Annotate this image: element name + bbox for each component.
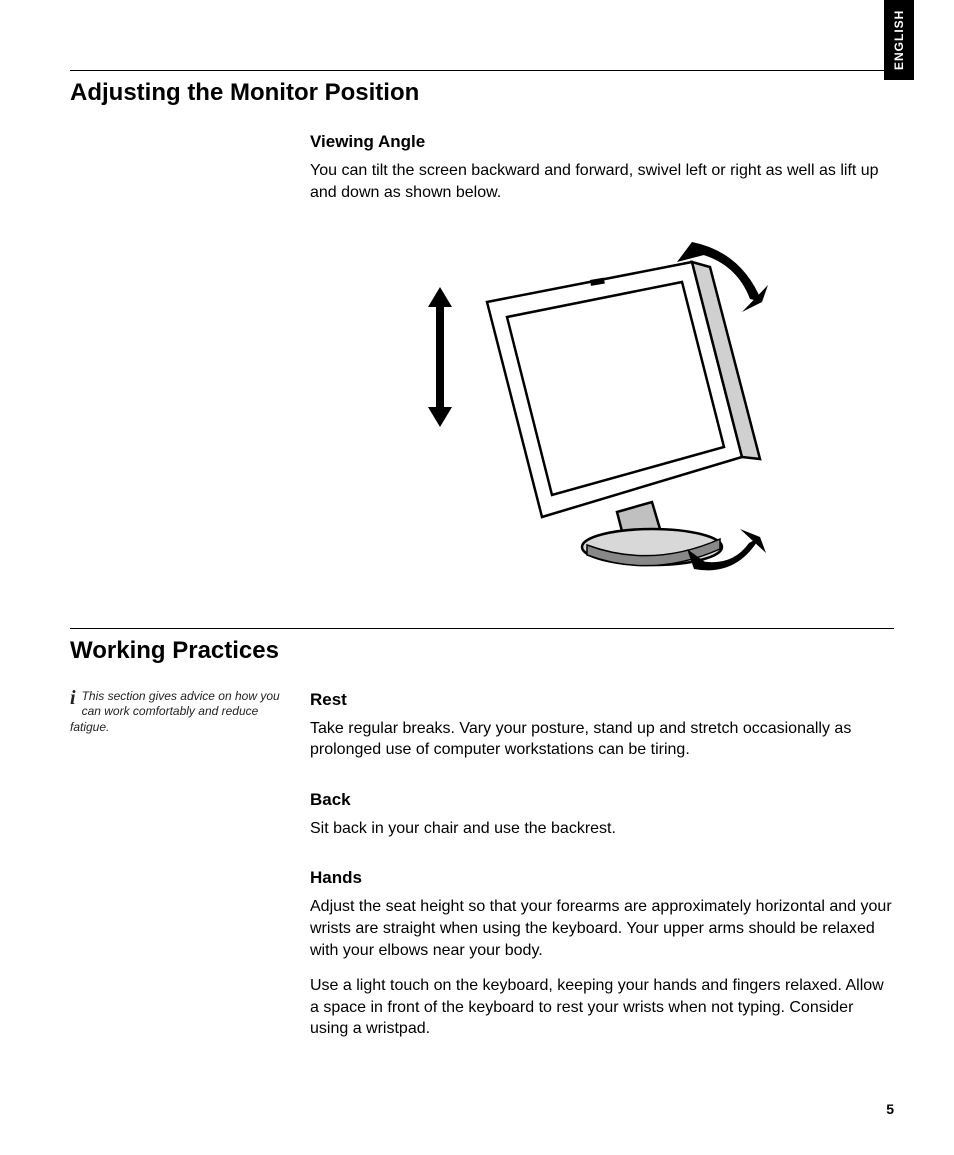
info-icon: i bbox=[70, 689, 76, 707]
page-number: 5 bbox=[886, 1101, 894, 1117]
section2-content: Rest Take regular breaks. Vary your post… bbox=[310, 689, 894, 1054]
section-rule bbox=[70, 70, 894, 71]
section-rule bbox=[70, 628, 894, 629]
para-hands-2: Use a light touch on the keyboard, keepi… bbox=[310, 975, 894, 1040]
section1-body: Viewing Angle You can tilt the screen ba… bbox=[70, 131, 894, 628]
monitor-figure bbox=[310, 227, 894, 594]
section1-content: Viewing Angle You can tilt the screen ba… bbox=[310, 131, 894, 628]
para-viewing-angle: You can tilt the screen backward and for… bbox=[310, 160, 894, 203]
document-page: ENGLISH Adjusting the Monitor Position V… bbox=[0, 0, 954, 1155]
section2-body: i This section gives advice on how you c… bbox=[70, 689, 894, 1054]
section-title-working-practices: Working Practices bbox=[70, 637, 894, 665]
heading-rest: Rest bbox=[310, 689, 894, 712]
para-back: Sit back in your chair and use the backr… bbox=[310, 818, 894, 840]
language-tab: ENGLISH bbox=[884, 0, 914, 80]
section-title-adjusting: Adjusting the Monitor Position bbox=[70, 79, 894, 107]
sidebar-note: i This section gives advice on how you c… bbox=[70, 689, 310, 1054]
heading-hands: Hands bbox=[310, 867, 894, 890]
heading-viewing-angle: Viewing Angle bbox=[310, 131, 894, 154]
sidebar-note-text: This section gives advice on how you can… bbox=[70, 689, 280, 734]
para-hands-1: Adjust the seat height so that your fore… bbox=[310, 896, 894, 961]
section1-sidebar bbox=[70, 131, 310, 628]
para-rest: Take regular breaks. Vary your posture, … bbox=[310, 718, 894, 761]
monitor-illustration-icon bbox=[392, 227, 812, 587]
heading-back: Back bbox=[310, 789, 894, 812]
